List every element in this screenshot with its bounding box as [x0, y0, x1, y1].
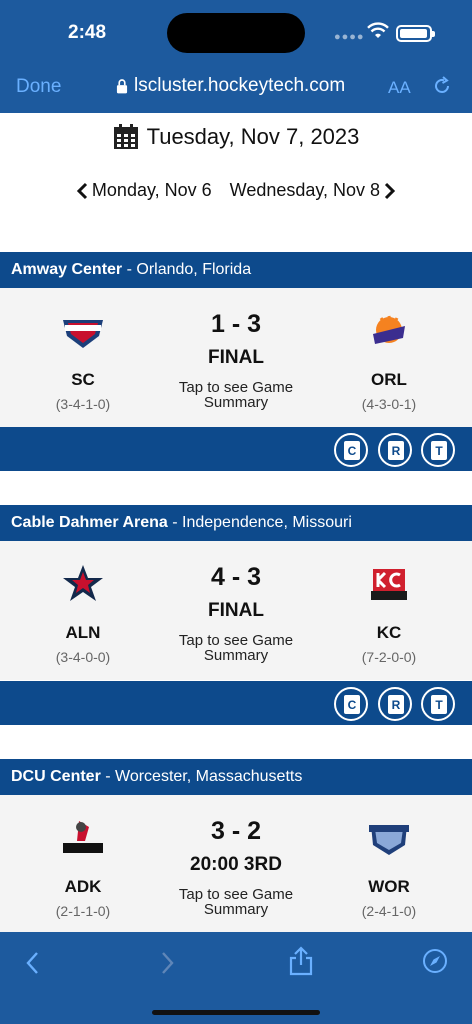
next-day-link[interactable]: Wednesday, Nov 8 — [230, 180, 396, 201]
venue-name: DCU Center — [11, 768, 101, 785]
document-icon: C — [344, 441, 360, 460]
chevron-right-icon — [385, 182, 396, 199]
team-abbreviation: WOR — [368, 877, 410, 896]
team-abbreviation: KC — [376, 623, 402, 642]
team-abbreviation: ALN — [65, 623, 101, 642]
venue-location: - Worcester, Massachusetts — [100, 768, 303, 785]
game-score: 4 - 3 — [210, 563, 262, 591]
compass-icon[interactable] — [422, 948, 448, 974]
venue-header: Cable Dahmer Arena - Independence, Misso… — [0, 505, 472, 541]
team-abbreviation: ORL — [371, 370, 407, 389]
share-icon[interactable] — [288, 946, 314, 976]
wifi-icon — [367, 22, 389, 38]
team-record: (2-4-1-0) — [361, 903, 417, 919]
status-time: 2:48 — [68, 22, 107, 43]
document-icon: T — [431, 695, 447, 714]
dynamic-island — [167, 13, 305, 53]
game-text-summary-button[interactable]: T — [421, 687, 455, 721]
game-result: 1 - 3 FINAL Tap to see Game Summary — [156, 310, 316, 410]
venue-header: Amway Center - Orlando, Florida — [0, 252, 472, 288]
back-icon[interactable] — [24, 950, 40, 976]
game-score: 1 - 3 — [210, 310, 262, 338]
battery-icon — [396, 25, 435, 42]
game-center-button[interactable]: C — [334, 433, 368, 467]
chevron-left-icon — [76, 182, 87, 199]
game-result: 4 - 3 FINAL Tap to see Game Summary — [156, 563, 316, 663]
schedule-date: Tuesday, Nov 7, 2023 — [146, 124, 360, 149]
address-bar[interactable]: lscluster.hockeytech.com — [116, 75, 345, 97]
game-summary-link[interactable]: Tap to see Game Summary — [156, 887, 316, 917]
done-button[interactable]: Done — [16, 76, 61, 98]
venue-location: - Independence, Missouri — [167, 514, 352, 531]
team-logo — [63, 320, 103, 348]
away-team[interactable]: WOR (2-4-1-0) — [329, 819, 449, 919]
venue-header: DCU Center - Worcester, Massachusetts — [0, 759, 472, 795]
game-text-summary-button[interactable]: T — [421, 433, 455, 467]
previous-day-label: Monday, Nov 6 — [91, 180, 212, 200]
document-icon: T — [431, 441, 447, 460]
venue-name: Cable Dahmer Arena — [11, 514, 168, 531]
game-summary-link[interactable]: Tap to see Game Summary — [156, 633, 316, 663]
reload-icon[interactable] — [432, 76, 452, 96]
game-card[interactable]: SC (3-4-1-0) 1 - 3 FINAL Tap to see Game… — [0, 288, 472, 427]
team-record: (3-4-0-0) — [55, 649, 111, 665]
venue-location: - Orlando, Florida — [122, 261, 252, 278]
schedule-date-header: Tuesday, Nov 7, 2023 — [0, 124, 472, 150]
game-card[interactable]: ADK (2-1-1-0) 3 - 2 20:00 3RD Tap to see… — [0, 795, 472, 934]
home-team[interactable]: SC (3-4-1-0) — [23, 312, 143, 412]
game-state: 20:00 3RD — [190, 854, 282, 875]
team-abbreviation: SC — [71, 370, 95, 389]
venue-name: Amway Center — [11, 261, 123, 278]
calendar-icon[interactable] — [113, 124, 139, 150]
game-score: 3 - 2 — [210, 817, 262, 845]
previous-day-link[interactable]: Monday, Nov 6 — [76, 180, 212, 201]
game-center-button[interactable]: C — [334, 687, 368, 721]
document-icon: C — [344, 695, 360, 714]
team-record: (2-1-1-0) — [55, 903, 111, 919]
game-recap-button[interactable]: R — [378, 687, 412, 721]
team-logo — [371, 569, 407, 600]
document-icon: R — [388, 441, 404, 460]
away-team[interactable]: KC (7-2-0-0) — [329, 565, 449, 665]
team-record: (3-4-1-0) — [55, 396, 111, 412]
game-result: 3 - 2 20:00 3RD Tap to see Game Summary — [156, 817, 316, 917]
team-record: (4-3-0-1) — [361, 396, 417, 412]
home-team[interactable]: ADK (2-1-1-0) — [23, 819, 143, 919]
game-actions-bar: C R T — [0, 681, 472, 725]
next-day-label: Wednesday, Nov 8 — [229, 180, 381, 200]
away-team[interactable]: ORL (4-3-0-1) — [329, 312, 449, 412]
team-logo — [369, 825, 409, 855]
forward-icon[interactable] — [160, 950, 176, 976]
game-summary-link[interactable]: Tap to see Game Summary — [156, 380, 316, 410]
game-actions-bar: C R T — [0, 427, 472, 471]
browser-top-bar: 2:48 ●●●● Done lscluster.hockeytech.com … — [0, 0, 472, 113]
game-card[interactable]: ALN (3-4-0-0) 4 - 3 FINAL Tap to see Gam… — [0, 541, 472, 680]
text-size-button[interactable]: AA — [388, 78, 411, 98]
team-logo — [63, 565, 103, 601]
game-recap-button[interactable]: R — [378, 433, 412, 467]
home-indicator[interactable] — [152, 1010, 320, 1015]
cellular-icon: ●●●● — [334, 31, 365, 43]
game-state: FINAL — [208, 600, 264, 621]
team-logo — [373, 315, 405, 344]
day-navigation: Monday, Nov 6 Wednesday, Nov 8 — [0, 180, 472, 201]
url-text: lscluster.hockeytech.com — [134, 75, 346, 96]
team-logo — [63, 821, 103, 853]
lock-icon — [116, 79, 128, 94]
home-team[interactable]: ALN (3-4-0-0) — [23, 565, 143, 665]
document-icon: R — [388, 695, 404, 714]
team-abbreviation: ADK — [64, 877, 102, 896]
team-record: (7-2-0-0) — [361, 649, 417, 665]
game-state: FINAL — [208, 347, 264, 368]
